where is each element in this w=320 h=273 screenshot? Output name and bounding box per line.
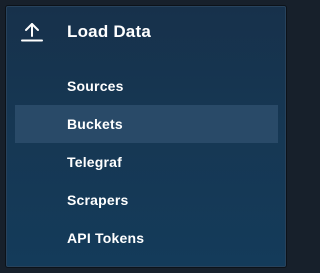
menu-item-label: Buckets [67,116,123,132]
load-data-submenu: Load Data Sources Buckets Telegraf Scrap… [6,6,286,267]
load-data-header[interactable]: Load Data [7,7,285,59]
load-data-title: Load Data [67,22,151,41]
menu-item-api-tokens[interactable]: API Tokens [7,219,285,257]
menu-item-label: Sources [67,78,124,94]
menu-item-label: API Tokens [67,230,145,246]
menu-item-buckets[interactable]: Buckets [15,105,278,143]
menu-item-sources[interactable]: Sources [7,67,285,105]
load-data-menu: Sources Buckets Telegraf Scrapers API To… [7,67,285,257]
menu-item-scrapers[interactable]: Scrapers [7,181,285,219]
menu-item-label: Telegraf [67,154,123,170]
upload-icon [21,21,43,43]
menu-item-telegraf[interactable]: Telegraf [7,143,285,181]
menu-item-label: Scrapers [67,192,129,208]
